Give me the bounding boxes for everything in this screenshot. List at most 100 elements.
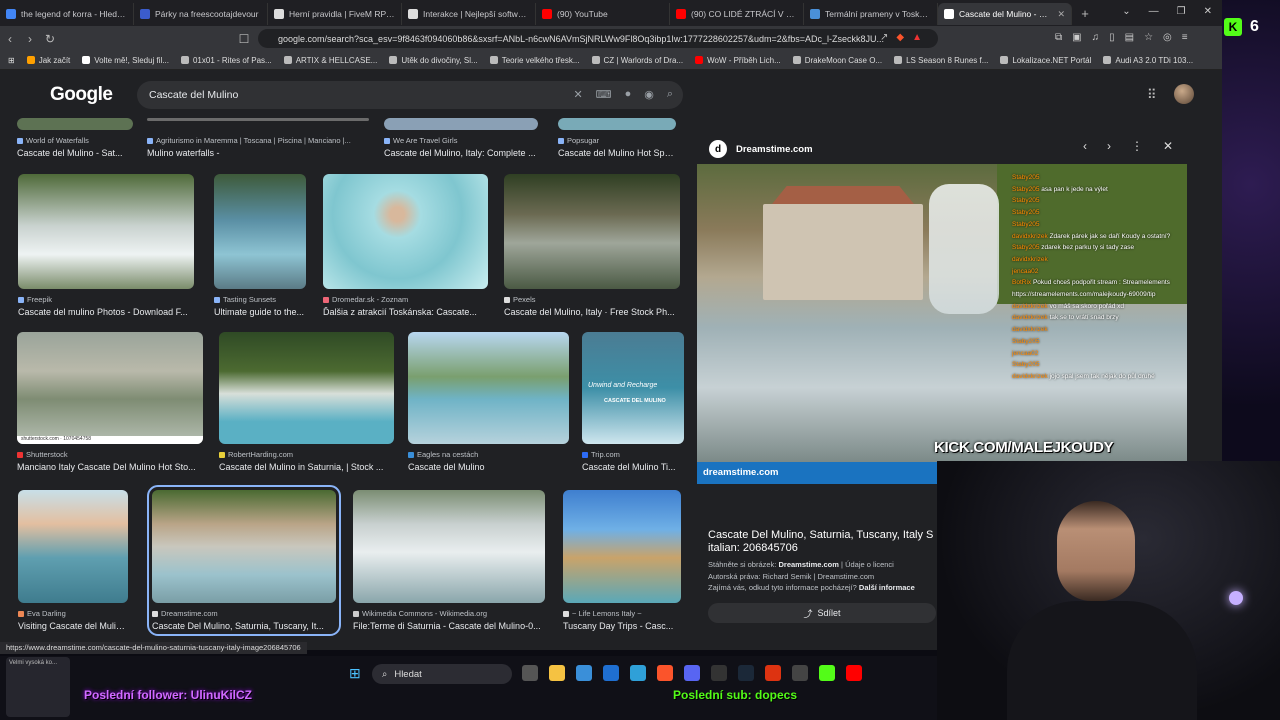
image-result[interactable]: World of Waterfalls Cascate del Mulino -… — [17, 118, 133, 158]
chat-username[interactable]: jencaa02 — [1012, 268, 1038, 275]
bookmark-item[interactable]: DrakeMoon Case O... — [792, 56, 882, 65]
taskbar-search[interactable]: ⌕ Hledat — [372, 664, 512, 684]
browser-tab[interactable]: Interakce | Nejlepší software p — [402, 3, 536, 25]
bookmark-item[interactable]: Volte mě!, Sleduj fil... — [82, 56, 169, 65]
image-result[interactable]: Freepik Cascate del mulino Photos - Down… — [18, 174, 194, 317]
bookmark-item[interactable]: Audi A3 2.0 TDi 103... — [1103, 56, 1193, 65]
browser-tab[interactable]: Párky na freescootajdevour — [134, 3, 268, 25]
forward-icon[interactable]: › — [20, 32, 40, 46]
image-result[interactable]: Dromedar.sk - Zoznam Ďalšia z atrakcií T… — [323, 174, 488, 317]
avatar[interactable] — [1174, 84, 1194, 104]
bookmark-item[interactable]: Jak začít — [26, 56, 70, 65]
chat-username[interactable]: jencaa02 — [1012, 350, 1038, 357]
chat-username[interactable]: Staby205 — [1012, 221, 1039, 228]
tab-search-icon[interactable]: ⌄ — [1122, 6, 1130, 17]
chat-username[interactable]: Staby205 — [1012, 174, 1039, 181]
youtube-icon[interactable] — [846, 665, 862, 681]
chat-username[interactable]: davidxkrizek — [1012, 373, 1048, 380]
discord-icon[interactable] — [684, 665, 700, 681]
image-result[interactable]: RobertHarding.com Cascate del Mulino in … — [219, 332, 394, 472]
image-result[interactable]: Popsugar Cascate del Mulino Hot Spri... — [558, 118, 676, 158]
task-view-icon[interactable] — [522, 665, 538, 681]
clear-icon[interactable]: ✕ — [573, 88, 582, 101]
address-bar[interactable]: google.com/search?sca_esv=9f8463f094060b… — [258, 29, 938, 48]
brave-rewards-icon[interactable]: ▲ — [912, 32, 922, 43]
preview-title[interactable]: Cascate Del Mulino, Saturnia, Tuscany, I… — [708, 529, 940, 555]
photos-icon[interactable] — [630, 665, 646, 681]
bookmark-page-icon[interactable]: ☐ — [234, 32, 254, 46]
chat-username[interactable]: davidxkrizek — [1012, 314, 1048, 321]
browser-tab[interactable]: Herní pravidla | FiveM RP - Ge — [268, 3, 402, 25]
music-icon[interactable]: ♫ — [1092, 32, 1100, 43]
search-input[interactable]: Cascate del Mulino — [149, 89, 238, 101]
image-result[interactable]: Eagles na cestách Cascate del Mulino — [408, 332, 569, 472]
close-window-icon[interactable]: ✕ — [1204, 6, 1212, 17]
mic-icon[interactable]: ● — [625, 88, 632, 101]
chat-username[interactable]: BotRix — [1012, 279, 1031, 286]
browser-tab[interactable]: (90) CO LIDÉ ZTRÁCÍ V OPUŠT — [670, 3, 804, 25]
back-icon[interactable]: ‹ — [0, 32, 20, 46]
image-result[interactable]: Eva Darling Visiting Cascate del Mulin..… — [18, 490, 128, 631]
search-icon[interactable]: ⌕ — [667, 88, 673, 101]
brave-shield-icon[interactable]: ◆ — [896, 32, 904, 43]
brave-icon[interactable] — [657, 665, 673, 681]
bookmark-item[interactable]: WoW - Příběh Lich... — [695, 56, 781, 65]
notification-thumbnail[interactable]: Velmi vysoká ko... — [6, 657, 70, 717]
browser-tab-active[interactable]: Cascate del Mulino - Hled ✕ — [938, 3, 1072, 25]
bookmark-item[interactable]: Teorie velkého třesk... — [489, 56, 580, 65]
image-result[interactable]: Unwind and Recharge CASCATE DEL MULINO T… — [582, 332, 684, 472]
keyboard-icon[interactable]: ⌨ — [596, 88, 612, 101]
sidebar-icon[interactable]: ▯ — [1109, 32, 1115, 43]
steam-icon[interactable] — [738, 665, 754, 681]
share-icon[interactable]: ↗ — [880, 32, 888, 43]
prev-icon[interactable]: ‹ — [1083, 139, 1087, 153]
image-result[interactable]: Wikimedia Commons - Wikimedia.org File:T… — [353, 490, 545, 631]
chat-username[interactable]: Staby205 — [1012, 209, 1039, 216]
image-result[interactable]: Pexels Cascate del Mulino, Italy · Free … — [504, 174, 680, 317]
lens-icon[interactable]: ◉ — [644, 88, 654, 101]
image-result[interactable]: Agriturismo in Maremma | Toscana | Pisci… — [147, 118, 369, 158]
image-result[interactable]: We Are Travel Girls Cascate del Mulino, … — [384, 118, 538, 158]
vpn-icon[interactable]: ◎ — [1163, 32, 1172, 43]
opera-icon[interactable] — [765, 665, 781, 681]
search-box[interactable]: Cascate del Mulino ✕ ⌨ ● ◉ ⌕ — [137, 81, 683, 109]
extension-icon[interactable]: ▣ — [1072, 32, 1081, 43]
menu-icon[interactable]: ≡ — [1182, 32, 1188, 43]
chat-username[interactable]: davidxkrizek — [1012, 256, 1048, 263]
bookmark-item[interactable]: ARTIX & HELLCASE... — [283, 56, 377, 65]
close-tab-icon[interactable]: ✕ — [1057, 9, 1065, 20]
browser-tab[interactable]: the legend of korra - Hledat G — [0, 3, 134, 25]
image-result-selected[interactable]: Dreamstime.com Cascate Del Mulino, Satur… — [147, 485, 341, 636]
app-icon[interactable] — [711, 665, 727, 681]
image-result[interactable]: Tasting Sunsets Ultimate guide to the... — [214, 174, 306, 317]
image-result[interactable]: ~ Life Lemons Italy ~ Tuscany Day Trips … — [563, 490, 681, 631]
google-logo[interactable]: Google — [50, 84, 113, 106]
browser-tab[interactable]: (90) YouTube — [536, 3, 670, 25]
chat-username[interactable]: Staby205 — [1012, 244, 1039, 251]
chat-username[interactable]: Staby205 — [1012, 338, 1039, 345]
bookmark-item[interactable]: LS Season 8 Runes f... — [894, 56, 988, 65]
browser-tab[interactable]: Termální prameny v Toskánsk — [804, 3, 938, 25]
new-tab-button[interactable]: + — [1076, 6, 1094, 21]
more-icon[interactable]: ⋮ — [1131, 139, 1143, 153]
image-result[interactable]: shutterstock.com · 1070454758 Shuttersto… — [17, 332, 203, 472]
apps-grid-icon[interactable]: ⊞ — [8, 56, 15, 65]
chat-username[interactable]: davidxkrizek — [1012, 233, 1048, 240]
wallet-icon[interactable]: ▤ — [1125, 32, 1134, 43]
bookmark-item[interactable]: Lokalizace.NET Portál — [1000, 56, 1091, 65]
outlook-icon[interactable] — [603, 665, 619, 681]
share-button[interactable]: ⤴ Sdílet — [708, 603, 936, 623]
chat-username[interactable]: Staby205 — [1012, 186, 1039, 193]
close-icon[interactable]: ✕ — [1163, 139, 1173, 153]
chat-username[interactable]: davidxkrizek — [1012, 326, 1048, 333]
bookmark-item[interactable]: CZ | Warlords of Dra... — [591, 56, 683, 65]
minimize-icon[interactable]: — — [1149, 6, 1159, 17]
chat-username[interactable]: davidxkrizek — [1012, 303, 1048, 310]
file-explorer-icon[interactable] — [549, 665, 565, 681]
google-apps-icon[interactable]: ⠿ — [1147, 87, 1157, 103]
kick-icon[interactable] — [819, 665, 835, 681]
chatgpt-icon[interactable] — [792, 665, 808, 681]
chat-username[interactable]: Staby205 — [1012, 197, 1039, 204]
bookmark-item[interactable]: Utěk do divočiny, Sl... — [389, 56, 478, 65]
reload-icon[interactable]: ↻ — [40, 32, 60, 46]
